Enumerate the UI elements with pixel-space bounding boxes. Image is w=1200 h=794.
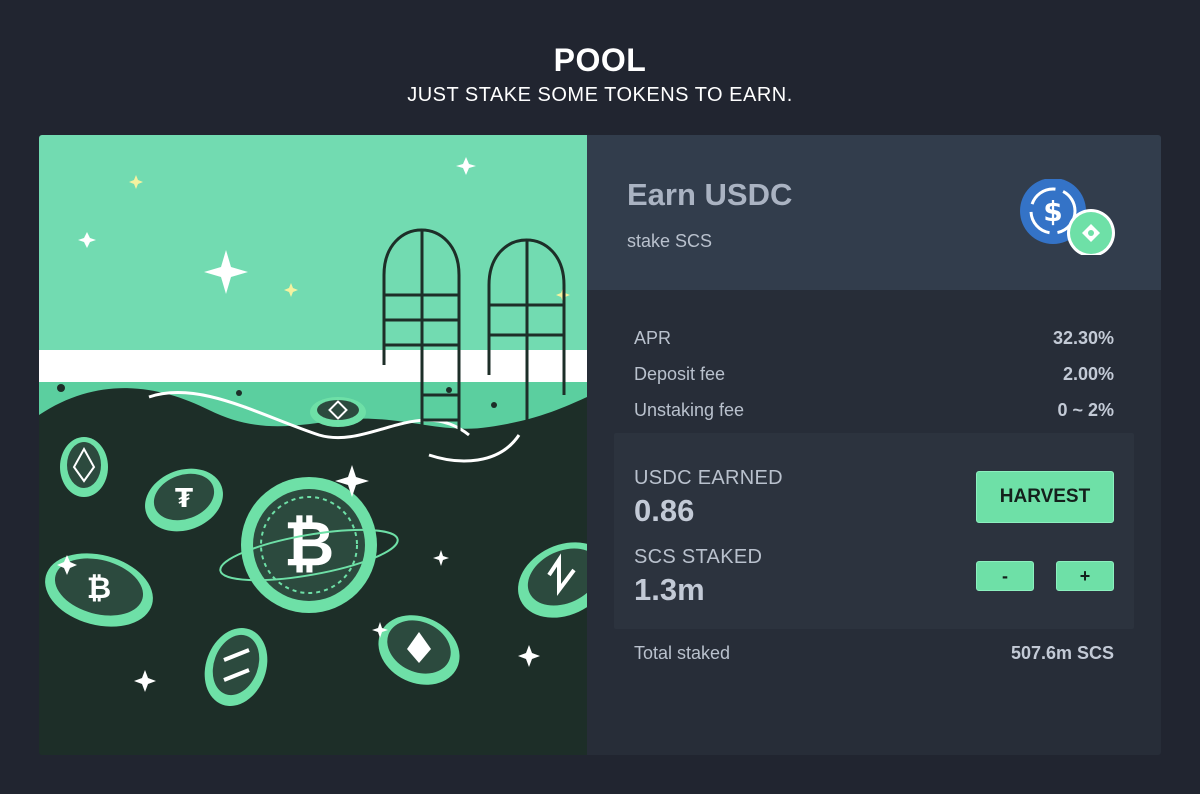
pool-panel: Earn USDC stake SCS $ APR 32.30% Deposit… <box>587 135 1161 755</box>
pool-card: ₿ ₿ ₮ Earn USDC stake SCS $ APR 32.30% D… <box>39 135 1161 755</box>
staked-label: SCS STAKED <box>634 546 763 568</box>
token-pair-logo: $ <box>1019 178 1115 257</box>
stat-label: Unstaking fee <box>634 399 745 420</box>
earned-label: USDC EARNED <box>634 467 783 489</box>
svg-text:₿: ₿ <box>284 507 335 580</box>
stat-value: 32.30% <box>1052 327 1114 348</box>
stat-row-apr: APR 32.30% <box>634 320 1114 356</box>
stat-value: 0 ~ 2% <box>1057 399 1114 420</box>
total-staked-row: Total staked 507.6m SCS <box>634 643 1114 664</box>
earned-value: 0.86 <box>634 493 695 528</box>
page-title: POOL <box>553 42 647 78</box>
scs-token-icon <box>1067 209 1115 257</box>
pool-illustration-art: ₿ ₿ ₮ <box>39 135 587 755</box>
total-staked-label: Total staked <box>634 643 731 663</box>
page-header: POOL JUST STAKE SOME TOKENS TO EARN. <box>0 40 1200 107</box>
page-subtitle: JUST STAKE SOME TOKENS TO EARN. <box>407 84 793 106</box>
stat-value: 2.00% <box>1062 363 1114 384</box>
pool-stats: APR 32.30% Deposit fee 2.00% Unstaking f… <box>587 290 1161 428</box>
svg-text:$: $ <box>1043 195 1062 228</box>
total-staked-value: 507.6m SCS <box>1010 643 1114 663</box>
svg-text:₿: ₿ <box>87 571 111 606</box>
stake-button[interactable]: + <box>1056 561 1114 591</box>
harvest-button[interactable]: HARVEST <box>976 471 1114 523</box>
stat-label: APR <box>634 327 672 348</box>
svg-text:₮: ₮ <box>175 484 193 514</box>
stat-label: Deposit fee <box>634 363 726 384</box>
staked-value: 1.3m <box>634 572 705 607</box>
stat-row-unstaking-fee: Unstaking fee 0 ~ 2% <box>634 392 1114 428</box>
pool-panel-header: Earn USDC stake SCS $ <box>587 135 1161 290</box>
stat-row-deposit-fee: Deposit fee 2.00% <box>634 356 1114 392</box>
pool-illustration: ₿ ₿ ₮ <box>39 135 587 755</box>
earn-box: USDC EARNED 0.86 SCS STAKED 1.3m HARVEST… <box>614 433 1134 629</box>
unstake-button[interactable]: - <box>976 561 1034 591</box>
